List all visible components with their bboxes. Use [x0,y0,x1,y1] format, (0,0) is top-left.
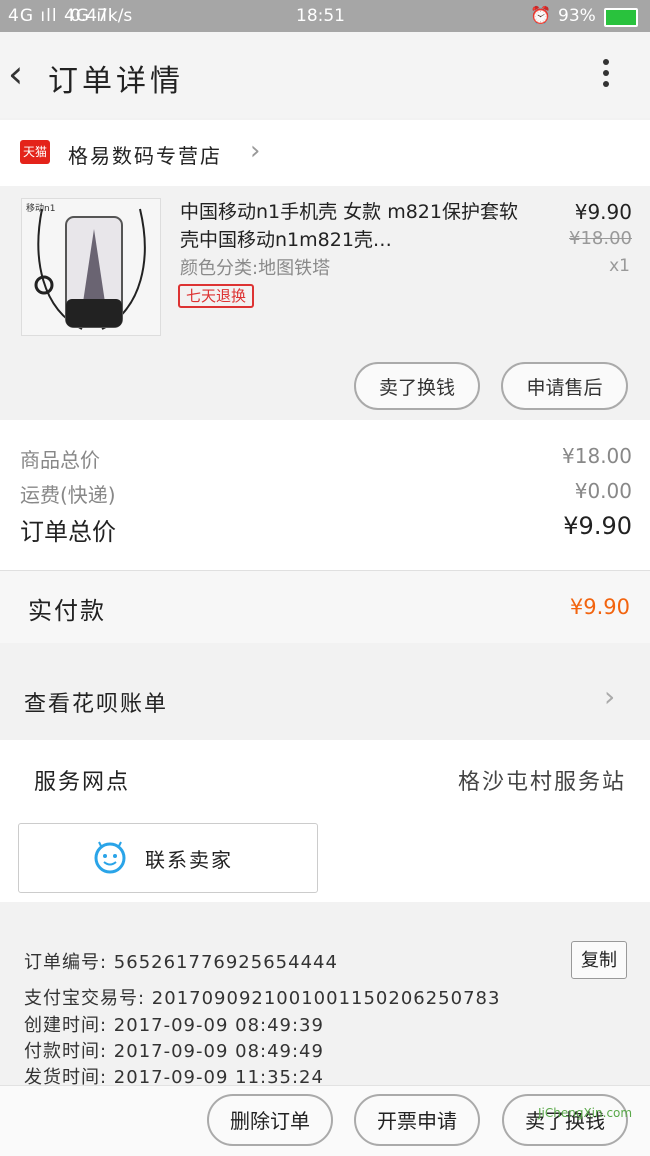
thumb-label: 移动n1 [26,202,55,214]
page-title: 订单详情 [48,64,184,99]
chevron-right-icon: › [604,680,616,713]
order-total-value: ¥9.90 [563,512,632,540]
battery-percent: 93% [558,6,596,26]
product-price: ¥9.90 [574,200,632,224]
product-card[interactable]: 移动n1 中国移动n1手机壳 女款 m821保护套软壳中国移动n1m821壳… … [0,186,650,420]
service-point-value: 格沙屯村服务站 [457,770,626,795]
alipay-trade-number: 支付宝交易号: 2017090921001001150206250783 [24,988,501,1009]
status-bar: 4G ıll 4G ıll 0.47k/s 18:51 ⏰ 93% [0,0,650,32]
clock: 18:51 [296,6,345,26]
sell-button-bottom[interactable]: 卖了换钱 [502,1094,628,1146]
product-title[interactable]: 中国移动n1手机壳 女款 m821保护套软壳中国移动n1m821壳… [180,198,520,254]
product-quantity: x1 [609,256,630,276]
delete-order-button[interactable]: 删除订单 [207,1094,333,1146]
service-point-label: 服务网点 [34,770,131,795]
phone-case-image: 移动n1 [22,199,160,335]
after-sale-button[interactable]: 申请售后 [501,362,628,410]
paid-time: 付款时间: 2017-09-09 08:49:49 [24,1041,324,1062]
order-number: 订单编号: 565261776925654444 [24,952,338,973]
paid-value: ¥9.90 [569,595,630,619]
huabei-label: 查看花呗账单 [24,692,169,717]
huabei-bill-row[interactable]: 查看花呗账单 › [0,660,650,740]
watermark: JiChengXin.com [538,1106,633,1120]
bottom-action-bar: 删除订单 开票申请 卖了换钱 [0,1085,650,1156]
shop-name: 格易数码专营店 [68,144,222,168]
tmall-badge: 天猫 [20,140,50,164]
product-thumbnail[interactable]: 移动n1 [21,198,161,336]
nav-bar: ‹ 订单详情 [0,32,650,118]
chevron-right-icon: › [250,136,261,166]
shipping-value: ¥0.00 [574,479,632,503]
battery-icon [604,8,638,27]
shop-row[interactable]: 天猫 格易数码专营店 › [0,120,650,186]
sell-button[interactable]: 卖了换钱 [354,362,480,410]
paid-label: 实付款 [28,597,106,625]
goods-total-label: 商品总价 [20,448,100,472]
created-time: 创建时间: 2017-09-09 08:49:39 [24,1015,324,1036]
copy-button[interactable]: 复制 [571,941,627,979]
back-arrow-icon[interactable]: ‹ [8,54,23,94]
product-original-price: ¥18.00 [569,228,632,249]
service-section: 服务网点 格沙屯村服务站 联系卖家 [0,740,650,902]
paid-row: 实付款 ¥9.90 [0,570,650,643]
product-spec: 颜色分类:地图铁塔 [180,258,331,279]
order-total-label: 订单总价 [20,518,116,546]
shipping-label: 运费(快递) [20,483,116,507]
chat-bubble-icon [94,841,126,874]
more-menu-icon[interactable] [596,56,616,96]
goods-total-value: ¥18.00 [562,444,632,468]
contact-seller-button[interactable]: 联系卖家 [18,823,318,893]
contact-seller-label: 联系卖家 [145,848,233,872]
return-policy-badge: 七天退换 [178,284,255,308]
price-summary: 商品总价 ¥18.00 运费(快递) ¥0.00 订单总价 ¥9.90 [0,420,650,570]
order-info: 订单编号: 565261776925654444 复制 支付宝交易号: 2017… [0,920,650,1088]
net-speed: 0.47k/s [70,6,133,26]
alarm-icon: ⏰ [530,6,552,26]
invoice-request-button[interactable]: 开票申请 [354,1094,480,1146]
